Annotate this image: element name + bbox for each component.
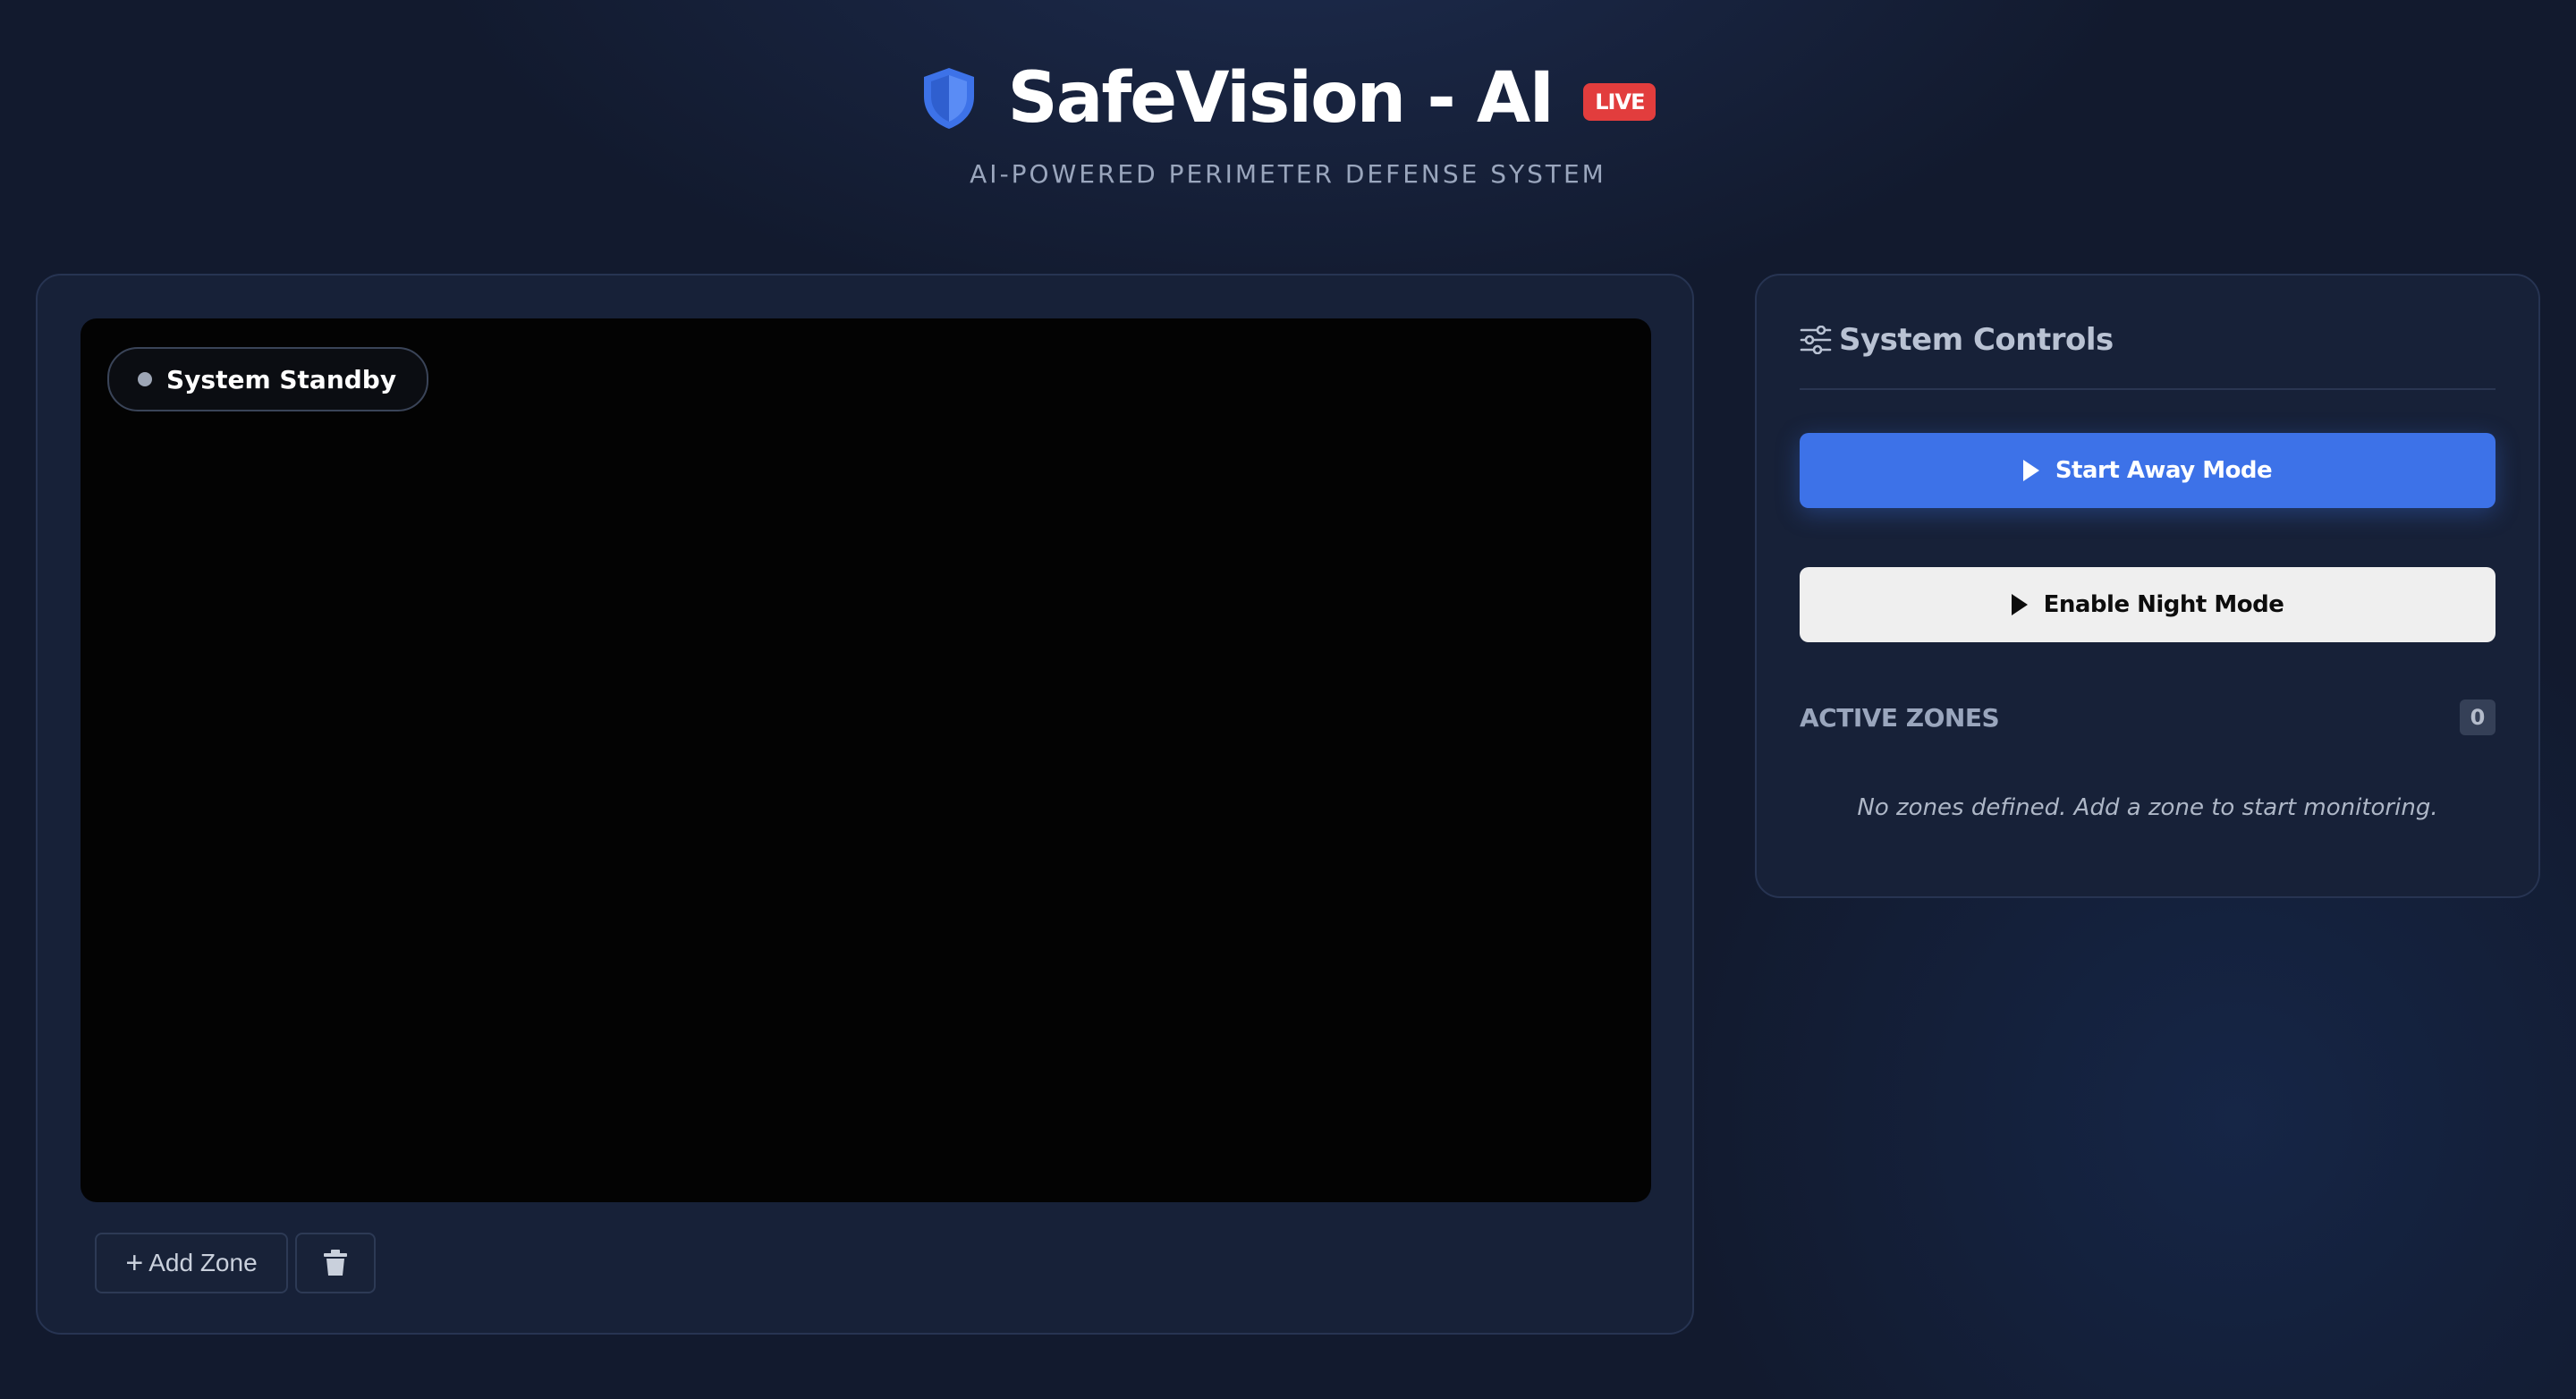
delete-zone-button[interactable] (295, 1233, 376, 1293)
live-badge: LIVE (1583, 83, 1657, 121)
add-zone-button[interactable]: + Add Zone (95, 1233, 288, 1293)
controls-title: System Controls (1839, 322, 2114, 358)
sliders-icon (1800, 326, 1832, 354)
video-feed[interactable]: System Standby (80, 318, 1651, 1202)
active-zones-label: ACTIVE ZONES (1800, 702, 2000, 733)
enable-night-mode-label: Enable Night Mode (2043, 591, 2284, 618)
zones-count-badge: 0 (2460, 700, 2496, 735)
video-toolbar: + Add Zone (95, 1233, 376, 1293)
start-away-mode-button[interactable]: Start Away Mode (1800, 433, 2496, 508)
plus-icon: + (125, 1246, 144, 1280)
controls-header: System Controls (1800, 322, 2114, 358)
add-zone-label: Add Zone (148, 1249, 258, 1276)
active-zones-header: ACTIVE ZONES 0 (1800, 700, 2496, 735)
app-title: SafeVision - AI (1007, 58, 1555, 139)
play-icon (2022, 460, 2039, 481)
app-subtitle: AI-POWERED PERIMETER DEFENSE SYSTEM (970, 159, 1606, 189)
zones-empty-message: No zones defined. Add a zone to start mo… (1857, 794, 2438, 821)
trash-icon (324, 1250, 347, 1276)
title-row: SafeVision - AI LIVE (0, 55, 2576, 141)
enable-night-mode-button[interactable]: Enable Night Mode (1800, 567, 2496, 642)
system-controls-panel: System Controls Start Away Mode Enable N… (1755, 274, 2540, 898)
app-header: SafeVision - AI LIVE AI-POWERED PERIMETE… (0, 55, 2576, 189)
video-panel: System Standby + Add Zone (36, 274, 1694, 1335)
start-away-mode-label: Start Away Mode (2055, 457, 2273, 484)
status-text: System Standby (166, 364, 397, 394)
shield-icon (923, 68, 974, 129)
status-dot (138, 372, 152, 386)
status-badge: System Standby (107, 347, 429, 411)
divider (1800, 388, 2496, 390)
play-icon (2011, 594, 2028, 615)
